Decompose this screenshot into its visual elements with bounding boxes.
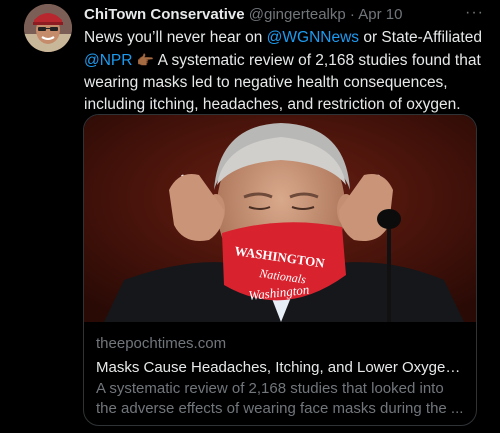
more-options-icon[interactable]: ··· xyxy=(465,3,484,23)
card-meta: theepochtimes.com Masks Cause Headaches,… xyxy=(84,322,476,419)
tweet-header: ChiTown Conservative @gingertealkp · Apr… xyxy=(84,3,484,27)
link-preview-card[interactable]: WASHINGTON Nationals Washington theepoch… xyxy=(83,114,477,426)
tweet[interactable]: ChiTown Conservative @gingertealkp · Apr… xyxy=(0,0,500,433)
card-title[interactable]: Masks Cause Headaches, Itching, and Lowe… xyxy=(96,357,464,378)
pointing-right-emoji-icon: 👉🏾 xyxy=(136,52,155,68)
tweet-text-part-1: News you’ll never hear on xyxy=(84,29,267,46)
mention-wgnnews[interactable]: @WGNNews xyxy=(267,29,359,46)
separator-dot: · xyxy=(349,6,355,23)
tweet-text-part-2: or State-Affiliated xyxy=(359,29,482,46)
timestamp[interactable]: Apr 10 xyxy=(358,6,402,23)
card-domain[interactable]: theepochtimes.com xyxy=(96,334,464,354)
mention-npr[interactable]: @NPR xyxy=(84,52,132,69)
user-avatar-image xyxy=(24,4,72,52)
card-description: A systematic review of 2,168 studies tha… xyxy=(96,380,464,417)
tweet-text: News you’ll never hear on @WGNNews or St… xyxy=(84,27,484,116)
avatar[interactable] xyxy=(24,4,72,52)
display-name[interactable]: ChiTown Conservative xyxy=(84,6,245,23)
card-image: WASHINGTON Nationals Washington xyxy=(84,115,476,322)
user-handle[interactable]: @gingertealkp xyxy=(249,6,346,23)
